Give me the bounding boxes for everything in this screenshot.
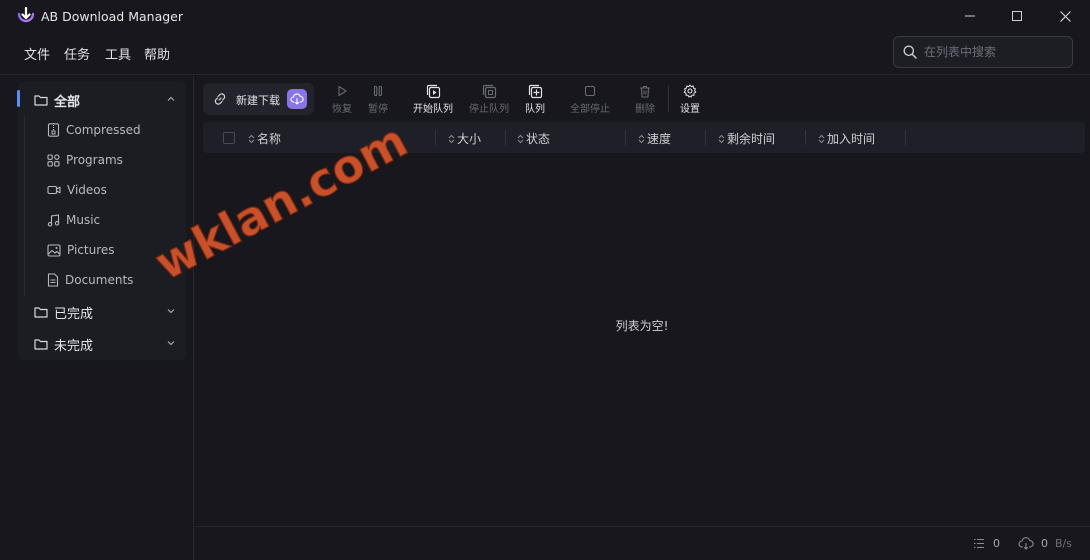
menu-help[interactable]: 帮助 bbox=[144, 44, 170, 63]
sidebar-item-label: 全部 bbox=[54, 94, 81, 110]
sidebar-item-label: Videos bbox=[67, 183, 107, 197]
watermark-text: wklan.com bbox=[146, 113, 416, 291]
column-separator bbox=[505, 130, 506, 145]
chevron-down-icon bbox=[167, 341, 175, 346]
stop-all-label: 全部停止 bbox=[570, 104, 610, 115]
column-label: 大小 bbox=[457, 132, 482, 146]
queues-icon bbox=[528, 84, 542, 98]
column-label: 剩余时间 bbox=[727, 132, 776, 146]
list-icon bbox=[974, 538, 984, 549]
column-speed[interactable]: 速度 bbox=[638, 130, 671, 147]
toolbar-separator bbox=[668, 86, 669, 112]
sort-icon bbox=[448, 134, 455, 143]
music-icon bbox=[47, 213, 60, 227]
column-added-time[interactable]: 加入时间 bbox=[818, 130, 875, 147]
search-input[interactable] bbox=[924, 43, 1064, 61]
delete-button[interactable]: 删除 bbox=[631, 83, 659, 115]
menu-tools[interactable]: 工具 bbox=[105, 44, 131, 63]
search-box[interactable] bbox=[893, 36, 1073, 68]
sidebar-item-label: Music bbox=[66, 213, 101, 227]
sidebar-item-label: Pictures bbox=[67, 243, 115, 257]
app-title: AB Download Manager bbox=[41, 9, 183, 24]
status-bar-divider bbox=[194, 526, 1090, 527]
folder-icon bbox=[34, 95, 48, 106]
column-label: 加入时间 bbox=[827, 132, 876, 146]
queues-label: 队列 bbox=[525, 104, 545, 115]
column-label: 速度 bbox=[647, 132, 672, 146]
chevron-down-icon bbox=[167, 309, 175, 314]
sidebar-item-unfinished[interactable]: 未完成 bbox=[34, 330, 182, 358]
play-icon bbox=[338, 85, 347, 97]
search-icon bbox=[903, 45, 917, 59]
column-separator bbox=[435, 130, 436, 145]
sidebar-item-label: 已完成 bbox=[54, 306, 94, 322]
cloud-download-icon bbox=[1018, 537, 1034, 550]
programs-icon bbox=[47, 153, 60, 167]
stop-queue-button[interactable]: 停止队列 bbox=[466, 83, 512, 115]
maximize-button[interactable] bbox=[994, 0, 1040, 32]
video-icon bbox=[47, 185, 61, 195]
sidebar-item-label: Programs bbox=[66, 153, 123, 167]
column-status[interactable]: 状态 bbox=[517, 130, 550, 147]
minimize-icon bbox=[965, 15, 975, 17]
picture-icon bbox=[47, 243, 61, 257]
menu-file[interactable]: 文件 bbox=[24, 44, 50, 63]
watermark: wklan.com bbox=[145, 112, 416, 291]
stop-queue-label: 停止队列 bbox=[469, 104, 509, 115]
title-bar: AB Download Manager bbox=[0, 0, 1090, 34]
sidebar-item-label: 未完成 bbox=[54, 338, 94, 354]
maximize-icon bbox=[1012, 11, 1022, 21]
active-count: 0 bbox=[993, 537, 1000, 550]
trash-icon bbox=[640, 85, 650, 98]
column-separator bbox=[625, 130, 626, 145]
column-separator bbox=[705, 130, 706, 145]
menu-tasks[interactable]: 任务 bbox=[64, 44, 90, 63]
settings-button[interactable]: 设置 bbox=[676, 83, 704, 115]
folder-icon bbox=[34, 339, 48, 350]
archive-icon bbox=[47, 123, 60, 137]
delete-label: 删除 bbox=[635, 104, 655, 115]
stop-queue-icon bbox=[482, 84, 496, 98]
column-label: 状态 bbox=[526, 132, 551, 146]
column-size[interactable]: 大小 bbox=[448, 130, 481, 147]
stop-icon bbox=[584, 85, 596, 97]
app-logo-icon bbox=[17, 7, 35, 23]
folder-icon bbox=[34, 307, 48, 318]
sidebar-item-finished[interactable]: 已完成 bbox=[34, 298, 182, 326]
download-speed-unit: B/s bbox=[1055, 537, 1072, 550]
queues-button[interactable]: 队列 bbox=[521, 83, 549, 115]
settings-label: 设置 bbox=[680, 104, 700, 115]
document-icon bbox=[47, 273, 59, 287]
column-separator bbox=[805, 130, 806, 145]
header-divider bbox=[0, 74, 1090, 75]
empty-list-message: 列表为空! bbox=[615, 319, 669, 333]
sidebar-item-label: Documents bbox=[65, 273, 134, 287]
sort-icon bbox=[638, 134, 645, 143]
sort-icon bbox=[818, 134, 825, 143]
column-remaining-time[interactable]: 剩余时间 bbox=[718, 130, 775, 147]
column-separator bbox=[905, 130, 906, 145]
stop-all-button[interactable]: 全部停止 bbox=[567, 83, 613, 115]
sort-icon bbox=[718, 134, 725, 143]
start-queue-icon bbox=[426, 84, 440, 98]
gear-icon bbox=[683, 84, 697, 98]
close-icon bbox=[1059, 10, 1071, 22]
active-category-marker bbox=[17, 90, 20, 107]
sort-icon bbox=[517, 134, 524, 143]
pause-icon bbox=[373, 85, 383, 97]
subcategory-guide bbox=[24, 116, 25, 296]
minimize-button[interactable] bbox=[947, 0, 993, 32]
close-button[interactable] bbox=[1042, 0, 1088, 32]
download-speed-value: 0 bbox=[1041, 537, 1048, 550]
